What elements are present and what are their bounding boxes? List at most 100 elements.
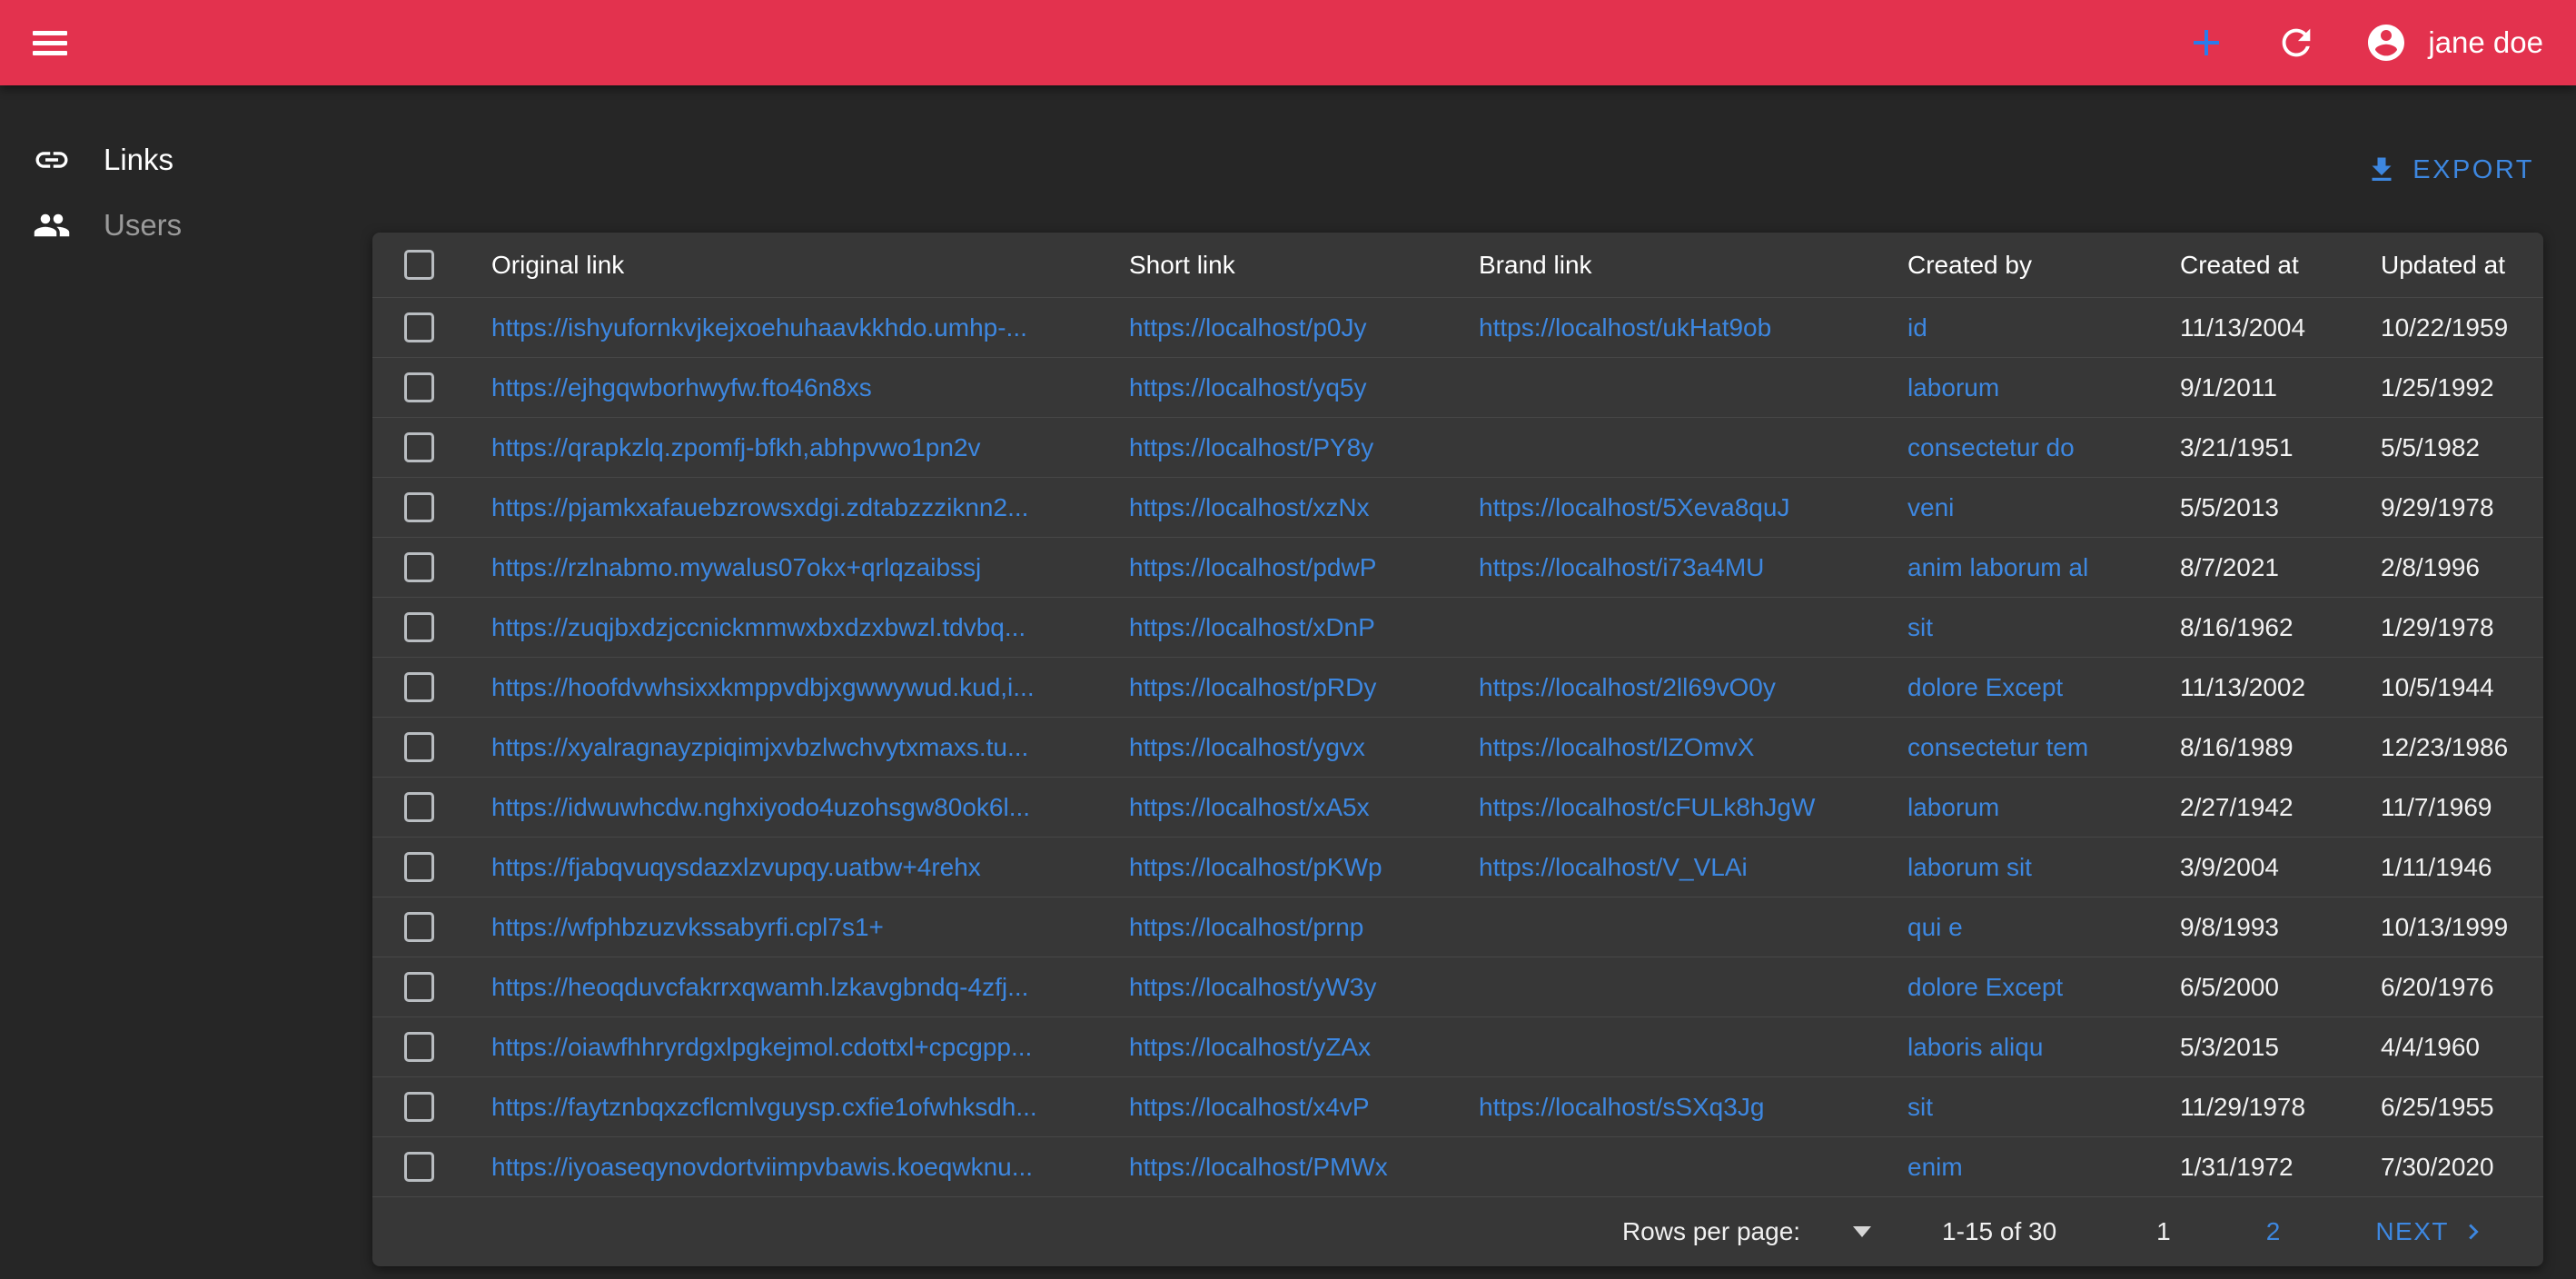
updated-at-value: 10/13/1999 xyxy=(2381,913,2543,942)
row-checkbox[interactable] xyxy=(404,852,434,882)
row-checkbox[interactable] xyxy=(404,912,434,942)
created-by-link[interactable]: sit xyxy=(1907,613,1933,641)
export-button[interactable]: EXPORT xyxy=(2365,142,2534,198)
row-checkbox[interactable] xyxy=(404,372,434,402)
column-header-original-link: Original link xyxy=(491,251,1129,280)
created-by-link[interactable]: dolore Except xyxy=(1907,673,2063,701)
short-link[interactable]: https://localhost/p0Jy xyxy=(1129,313,1366,342)
select-all-checkbox[interactable] xyxy=(404,250,434,280)
row-checkbox[interactable] xyxy=(404,1152,434,1182)
brand-link[interactable]: https://localhost/sSXq3Jg xyxy=(1479,1093,1764,1121)
row-checkbox[interactable] xyxy=(404,792,434,822)
created-by-link[interactable]: veni xyxy=(1907,493,1954,521)
created-at-value: 1/31/1972 xyxy=(2180,1153,2381,1182)
created-by-link[interactable]: sit xyxy=(1907,1093,1933,1121)
original-link[interactable]: https://wfphbzuzvkssabyrfi.cpl7s1+ xyxy=(491,913,884,941)
account-button[interactable] xyxy=(2364,21,2408,64)
brand-link[interactable]: https://localhost/lZOmvX xyxy=(1479,733,1754,761)
row-checkbox[interactable] xyxy=(404,432,434,462)
brand-link[interactable]: https://localhost/i73a4MU xyxy=(1479,553,1764,581)
table-row: https://pjamkxafauebzrowsxdgi.zdtabzzzik… xyxy=(372,478,2543,538)
updated-at-value: 5/5/1982 xyxy=(2381,433,2543,462)
created-at-value: 11/13/2002 xyxy=(2180,673,2381,702)
sidebar-item-links[interactable]: Links xyxy=(0,127,372,193)
created-by-link[interactable]: anim laborum al xyxy=(1907,553,2088,581)
short-link[interactable]: https://localhost/yq5y xyxy=(1129,373,1366,402)
original-link[interactable]: https://pjamkxafauebzrowsxdgi.zdtabzzzik… xyxy=(491,493,1028,521)
created-by-link[interactable]: qui e xyxy=(1907,913,1963,941)
row-checkbox[interactable] xyxy=(404,612,434,642)
short-link[interactable]: https://localhost/pRDy xyxy=(1129,673,1376,701)
original-link[interactable]: https://hoofdvwhsixxkmppvdbjxgwwywud.kud… xyxy=(491,673,1035,701)
page-button-1[interactable]: 1 xyxy=(2156,1217,2171,1246)
updated-at-value: 1/11/1946 xyxy=(2381,853,2543,882)
refresh-button[interactable] xyxy=(2275,22,2317,64)
created-at-value: 3/9/2004 xyxy=(2180,853,2381,882)
original-link[interactable]: https://ejhgqwborhwyfw.fto46n8xs xyxy=(491,373,872,402)
created-by-link[interactable]: enim xyxy=(1907,1153,1963,1181)
created-at-value: 11/29/1978 xyxy=(2180,1093,2381,1122)
original-link[interactable]: https://xyalragnayzpiqimjxvbzlwchvytxmax… xyxy=(491,733,1028,761)
short-link[interactable]: https://localhost/pKWp xyxy=(1129,853,1382,881)
short-link[interactable]: https://localhost/x4vP xyxy=(1129,1093,1370,1121)
short-link[interactable]: https://localhost/prnp xyxy=(1129,913,1363,941)
sidebar: Links Users xyxy=(0,85,372,258)
original-link[interactable]: https://fjabqvuqysdazxlzvupqy.uatbw+4reh… xyxy=(491,853,981,881)
brand-link[interactable]: https://localhost/V_VLAi xyxy=(1479,853,1748,881)
rows-per-page-dropdown[interactable] xyxy=(1853,1226,1871,1237)
sidebar-item-users[interactable]: Users xyxy=(0,193,372,258)
created-by-link[interactable]: dolore Except xyxy=(1907,973,2063,1001)
original-link[interactable]: https://qrapkzlq.zpomfj-bfkh,abhpvwo1pn2… xyxy=(491,433,981,461)
created-by-link[interactable]: laborum xyxy=(1907,373,1999,402)
menu-icon[interactable] xyxy=(33,25,67,61)
page-button-2[interactable]: 2 xyxy=(2266,1217,2281,1246)
created-by-link[interactable]: laborum xyxy=(1907,793,1999,821)
row-checkbox[interactable] xyxy=(404,552,434,582)
created-by-link[interactable]: id xyxy=(1907,313,1927,342)
created-by-link[interactable]: consectetur do xyxy=(1907,433,2075,461)
row-checkbox[interactable] xyxy=(404,312,434,342)
updated-at-value: 11/7/1969 xyxy=(2381,793,2543,822)
short-link[interactable]: https://localhost/yW3y xyxy=(1129,973,1376,1001)
created-at-value: 8/7/2021 xyxy=(2180,553,2381,582)
brand-link[interactable]: https://localhost/5Xeva8quJ xyxy=(1479,493,1789,521)
brand-link[interactable]: https://localhost/ukHat9ob xyxy=(1479,313,1771,342)
column-header-updated-at: Updated at xyxy=(2381,251,2543,280)
short-link[interactable]: https://localhost/xDnP xyxy=(1129,613,1375,641)
created-by-link[interactable]: laboris aliqu xyxy=(1907,1033,2043,1061)
short-link[interactable]: https://localhost/PMWx xyxy=(1129,1153,1388,1181)
original-link[interactable]: https://oiawfhhryrdgxlpgkejmol.cdottxl+c… xyxy=(491,1033,1032,1061)
rows-per-page-label: Rows per page: xyxy=(1622,1217,1800,1246)
original-link[interactable]: https://ishyufornkvjkejxoehuhaavkkhdo.um… xyxy=(491,313,1027,342)
row-checkbox[interactable] xyxy=(404,492,434,522)
row-checkbox[interactable] xyxy=(404,732,434,762)
original-link[interactable]: https://iyoaseqynovdortviimpvbawis.koeqw… xyxy=(491,1153,1033,1181)
short-link[interactable]: https://localhost/xzNx xyxy=(1129,493,1370,521)
row-checkbox[interactable] xyxy=(404,1032,434,1062)
row-checkbox[interactable] xyxy=(404,1092,434,1122)
short-link[interactable]: https://localhost/PY8y xyxy=(1129,433,1373,461)
next-page-button[interactable]: NEXT xyxy=(2375,1216,2489,1247)
brand-link[interactable]: https://localhost/2ll69vO0y xyxy=(1479,673,1776,701)
sidebar-item-label: Users xyxy=(104,208,182,243)
short-link[interactable]: https://localhost/yZAx xyxy=(1129,1033,1371,1061)
table-row: https://zuqjbxdzjccnickmmwxbxdzxbwzl.tdv… xyxy=(372,598,2543,658)
original-link[interactable]: https://zuqjbxdzjccnickmmwxbxdzxbwzl.tdv… xyxy=(491,613,1025,641)
created-by-link[interactable]: consectetur tem xyxy=(1907,733,2088,761)
original-link[interactable]: https://faytznbqxzcflcmlvguysp.cxfie1ofw… xyxy=(491,1093,1037,1121)
row-checkbox[interactable] xyxy=(404,672,434,702)
app-bar: jane doe xyxy=(0,0,2576,85)
short-link[interactable]: https://localhost/xA5x xyxy=(1129,793,1370,821)
original-link[interactable]: https://idwuwhcdw.nghxiyodo4uzohsgw80ok6… xyxy=(491,793,1030,821)
created-at-value: 8/16/1962 xyxy=(2180,613,2381,642)
original-link[interactable]: https://rzlnabmo.mywalus07okx+qrlqzaibss… xyxy=(491,553,981,581)
short-link[interactable]: https://localhost/ygvx xyxy=(1129,733,1365,761)
short-link[interactable]: https://localhost/pdwP xyxy=(1129,553,1376,581)
created-by-link[interactable]: laborum sit xyxy=(1907,853,2032,881)
add-link-button[interactable] xyxy=(2185,21,2228,64)
download-icon xyxy=(2365,154,2413,186)
original-link[interactable]: https://heoqduvcfakrrxqwamh.lzkavgbndq-4… xyxy=(491,973,1028,1001)
brand-link[interactable]: https://localhost/cFULk8hJgW xyxy=(1479,793,1815,821)
row-checkbox[interactable] xyxy=(404,972,434,1002)
table-row: https://faytznbqxzcflcmlvguysp.cxfie1ofw… xyxy=(372,1077,2543,1137)
